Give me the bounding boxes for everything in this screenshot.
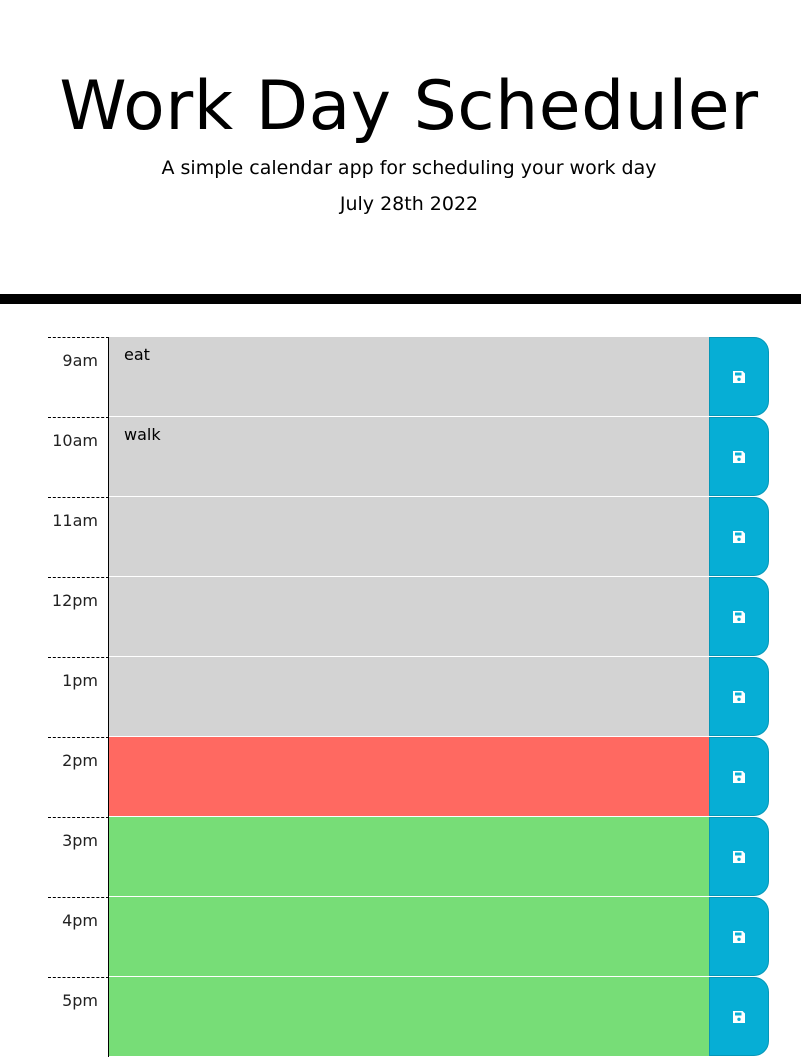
time-block: 1pm [48, 657, 770, 737]
time-block: 11am [48, 497, 770, 577]
scheduler: 9am eat 10am walk 11am 12pm 1pm 2pm 3pm 4pm 5pm [48, 337, 770, 1057]
event-description-input[interactable] [109, 657, 709, 737]
event-description-input[interactable] [109, 577, 709, 657]
floppy-disk-icon [733, 450, 745, 463]
page-title: Work Day Scheduler [59, 67, 759, 146]
save-button[interactable] [709, 737, 769, 816]
save-button[interactable] [709, 417, 769, 496]
hour-label: 9am [48, 337, 109, 417]
time-block: 12pm [48, 577, 770, 657]
floppy-disk-icon [733, 1010, 745, 1023]
event-description-input[interactable] [109, 977, 709, 1057]
time-block: 9am eat [48, 337, 770, 417]
header: Work Day Scheduler A simple calendar app… [0, 0, 801, 294]
hour-label: 10am [48, 417, 109, 497]
event-description-input[interactable]: eat [109, 337, 709, 417]
hour-label: 5pm [48, 977, 109, 1057]
current-day: July 28th 2022 [339, 193, 479, 215]
time-block: 2pm [48, 737, 770, 817]
floppy-disk-icon [733, 770, 745, 783]
time-block: 4pm [48, 897, 770, 977]
floppy-disk-icon [733, 610, 745, 623]
time-block: 5pm [48, 977, 770, 1057]
hour-label: 2pm [48, 737, 109, 817]
save-button[interactable] [709, 497, 769, 576]
save-button[interactable] [709, 977, 769, 1056]
event-description-input[interactable] [109, 737, 709, 817]
subtitle: A simple calendar app for scheduling you… [161, 157, 657, 179]
save-button[interactable] [709, 337, 769, 416]
floppy-disk-icon [733, 930, 745, 943]
save-button[interactable] [709, 577, 769, 656]
time-block: 10am walk [48, 417, 770, 497]
event-description-input[interactable] [109, 497, 709, 577]
hour-label: 4pm [48, 897, 109, 977]
save-button[interactable] [709, 817, 769, 896]
hour-label: 11am [48, 497, 109, 577]
hour-label: 12pm [48, 577, 109, 657]
save-button[interactable] [709, 897, 769, 976]
hour-label: 1pm [48, 657, 109, 737]
save-button[interactable] [709, 657, 769, 736]
floppy-disk-icon [733, 370, 745, 383]
floppy-disk-icon [733, 690, 745, 703]
event-description-input[interactable]: walk [109, 417, 709, 497]
floppy-disk-icon [733, 530, 745, 543]
event-description-input[interactable] [109, 817, 709, 897]
hour-label: 3pm [48, 817, 109, 897]
event-description-input[interactable] [109, 897, 709, 977]
time-block: 3pm [48, 817, 770, 897]
floppy-disk-icon [733, 850, 745, 863]
header-divider [0, 294, 801, 304]
